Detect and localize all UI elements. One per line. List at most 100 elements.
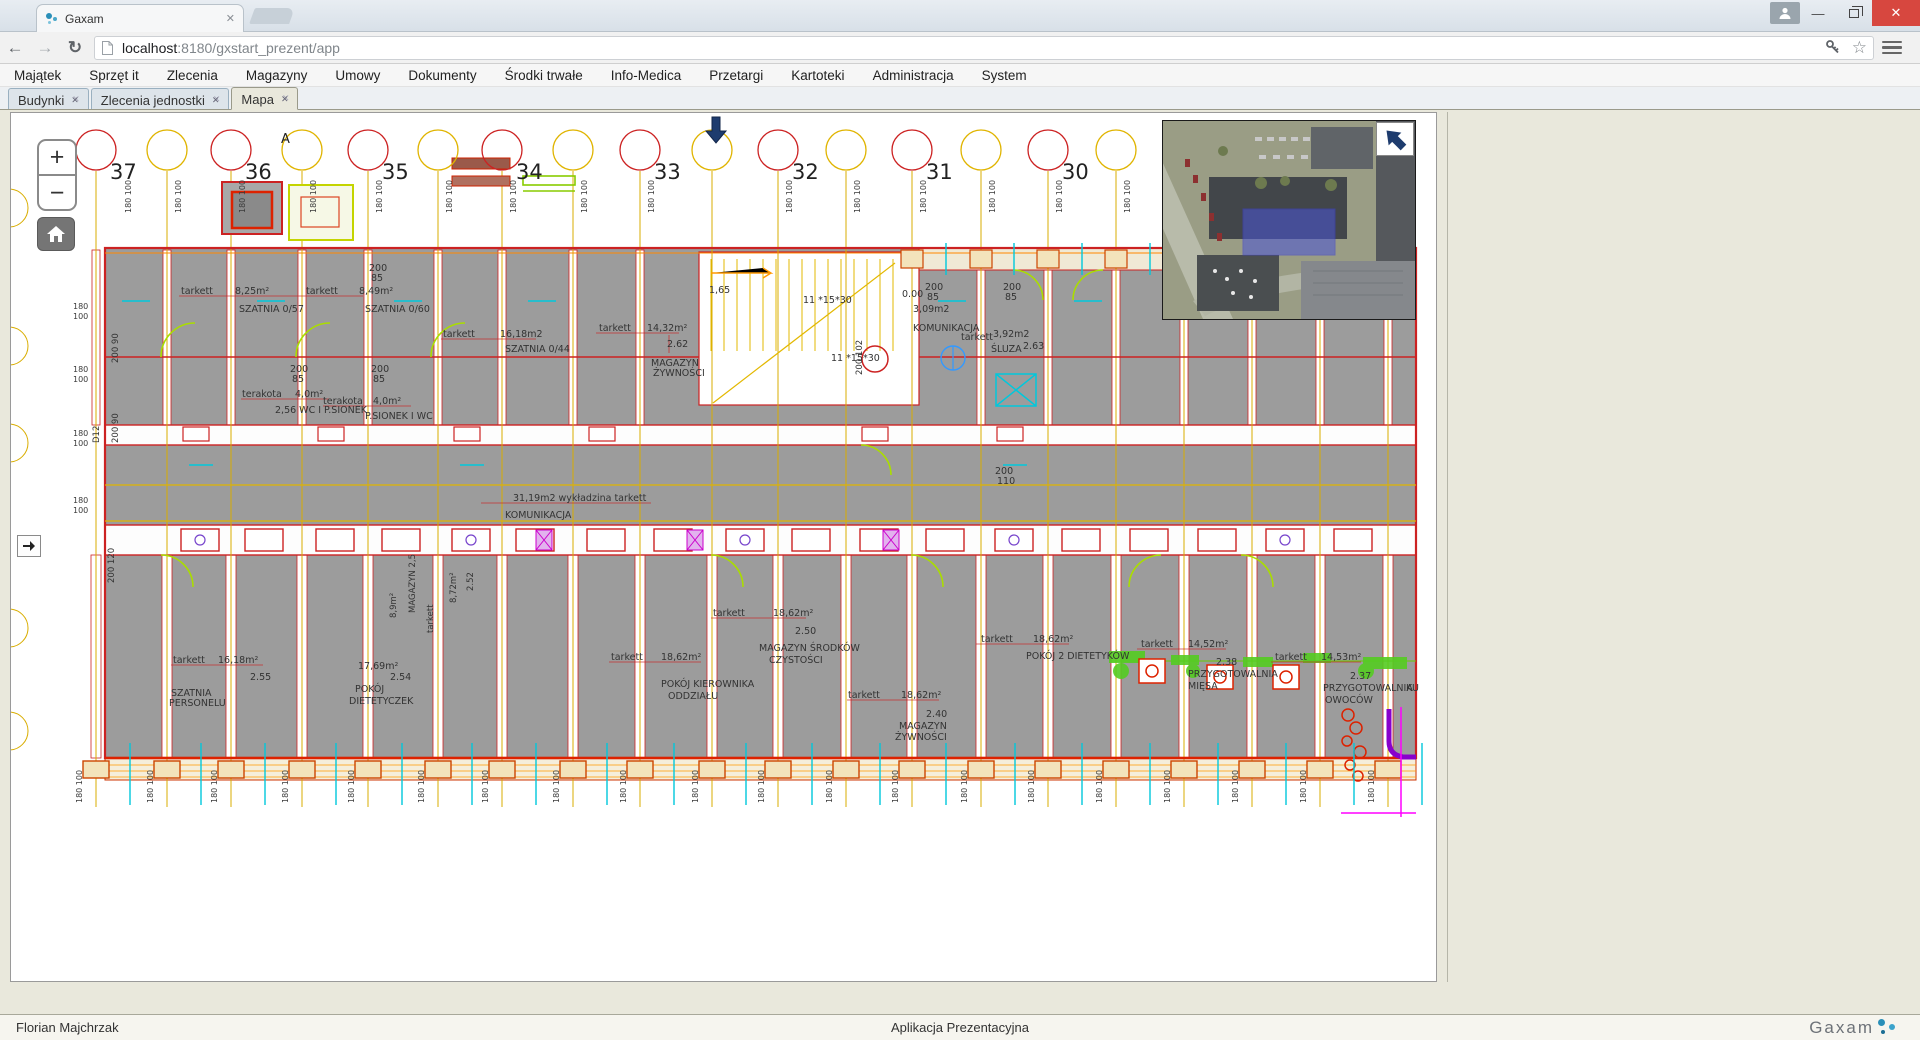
menu-item-12[interactable]: System [968, 68, 1041, 83]
svg-text:180 100: 180 100 [1123, 180, 1132, 213]
tab-close-icon[interactable]: ✕ [71, 95, 79, 106]
menu-item-7[interactable]: Środki trwałe [491, 68, 597, 83]
svg-text:2.52: 2.52 [466, 572, 476, 591]
restore-button[interactable] [1836, 0, 1872, 26]
app-menubar: MajątekSprzęt itZleceniaMagazynyUmowyDok… [0, 64, 1920, 87]
zoom-in-button[interactable]: + [39, 141, 75, 176]
forward-button[interactable]: → [30, 38, 60, 58]
svg-text:0.00: 0.00 [902, 289, 923, 300]
minimize-button[interactable]: — [1800, 0, 1836, 26]
svg-text:MAGAZYN ŚRODKÓW: MAGAZYN ŚRODKÓW [759, 642, 860, 654]
menu-item-11[interactable]: Administracja [859, 68, 968, 83]
chrome-menu-icon[interactable] [1882, 38, 1902, 58]
tab-close-icon[interactable]: ✕ [281, 94, 289, 105]
svg-text:200 102: 200 102 [855, 340, 865, 375]
reload-button[interactable]: ↻ [60, 38, 90, 58]
svg-text:110: 110 [997, 476, 1015, 487]
zoom-out-button[interactable]: − [39, 176, 75, 211]
svg-text:P.SIONEK I WC: P.SIONEK I WC [365, 411, 433, 422]
svg-text:85: 85 [292, 374, 304, 385]
close-button[interactable]: ✕ [1872, 0, 1920, 26]
svg-text:36: 36 [245, 160, 272, 184]
url-bar[interactable]: localhost:8180/gxstart_prezent/app ☆ [94, 36, 1874, 60]
back-button[interactable]: ← [0, 38, 30, 58]
svg-text:180 100: 180 100 [210, 770, 219, 803]
menu-item-2[interactable]: Sprzęt it [75, 68, 153, 83]
svg-text:180 100: 180 100 [1163, 770, 1172, 803]
svg-text:D12: D12 [92, 426, 102, 443]
svg-text:OWOCÓW: OWOCÓW [1325, 694, 1373, 706]
svg-text:180 100: 180 100 [124, 180, 133, 213]
svg-text:180 100: 180 100 [1367, 770, 1376, 803]
minimap[interactable] [1162, 120, 1416, 320]
tab-close-icon[interactable]: ✕ [226, 12, 235, 25]
svg-text:3,92m2: 3,92m2 [993, 329, 1029, 340]
svg-text:KOMUNIKACJA: KOMUNIKACJA [505, 510, 572, 521]
svg-text:2.50: 2.50 [795, 626, 816, 637]
expand-panel-button[interactable] [17, 535, 41, 557]
svg-text:180 100: 180 100 [1027, 770, 1036, 803]
svg-text:tarkett: tarkett [173, 655, 205, 666]
bookmark-star-icon[interactable]: ☆ [1852, 39, 1867, 56]
browser-tab[interactable]: Gaxam ✕ [36, 4, 244, 32]
menu-item-1[interactable]: Majątek [0, 68, 75, 83]
svg-text:180 100: 180 100 [825, 770, 834, 803]
tab-zlecenia-jednostki[interactable]: Zlecenia jednostki✕ [91, 88, 230, 109]
tab-budynki[interactable]: Budynki✕ [8, 88, 89, 109]
svg-text:180 100: 180 100 [552, 770, 561, 803]
svg-text:200 90: 200 90 [111, 413, 121, 443]
svg-text:180 100: 180 100 [174, 180, 183, 213]
minimap-expand-button[interactable] [1376, 122, 1414, 156]
home-button[interactable] [37, 217, 75, 251]
svg-text:terakota: terakota [323, 396, 363, 407]
svg-text:2.40: 2.40 [926, 709, 947, 720]
profile-button[interactable] [1770, 2, 1800, 24]
svg-text:17,69m²: 17,69m² [358, 661, 398, 672]
svg-text:1,65: 1,65 [709, 285, 730, 296]
svg-text:tarkett: tarkett [611, 652, 643, 663]
tab-close-icon[interactable]: ✕ [212, 95, 220, 106]
right-arrow-icon [22, 540, 36, 552]
menu-item-10[interactable]: Kartoteki [777, 68, 858, 83]
browser-navbar: ← → ↻ localhost:8180/gxstart_prezent/app… [0, 32, 1920, 64]
svg-text:180 100: 180 100 [1299, 770, 1308, 803]
svg-text:180 100: 180 100 [281, 770, 290, 803]
new-tab-button[interactable] [249, 8, 295, 24]
svg-text:ŚLUZA: ŚLUZA [991, 343, 1022, 355]
home-icon [46, 225, 66, 243]
gaxam-logo-dots [1876, 1017, 1902, 1039]
svg-text:31: 31 [926, 160, 953, 184]
svg-text:35: 35 [382, 160, 409, 184]
key-icon[interactable] [1824, 39, 1842, 57]
menu-item-6[interactable]: Dokumenty [394, 68, 490, 83]
map-panel[interactable]: 180 100 180 100 180 100 180 100 180 100 180 1… [10, 112, 1437, 982]
browser-tab-title: Gaxam [65, 12, 226, 26]
svg-text:180: 180 [73, 302, 88, 311]
svg-text:ŻYWNOŚCI: ŻYWNOŚCI [895, 731, 947, 743]
svg-text:180 100: 180 100 [757, 770, 766, 803]
svg-text:8,72m²: 8,72m² [449, 572, 459, 603]
svg-text:3,09m2: 3,09m2 [913, 304, 949, 315]
svg-text:MAGAZYN: MAGAZYN [899, 721, 947, 732]
svg-text:A: A [281, 132, 290, 147]
svg-text:2.38: 2.38 [1216, 657, 1237, 668]
svg-text:180: 180 [73, 496, 88, 505]
marker-arrow-button[interactable] [703, 115, 729, 150]
menu-item-8[interactable]: Info-Medica [597, 68, 696, 83]
gaxam-logo: Gaxam [1809, 1018, 1874, 1038]
svg-text:85: 85 [371, 273, 383, 284]
tab-mapa[interactable]: Mapa✕ [231, 87, 298, 110]
svg-text:MAGAZYN 2,5: MAGAZYN 2,5 [408, 554, 418, 613]
menu-item-3[interactable]: Zlecenia [153, 68, 232, 83]
svg-text:180 100: 180 100 [919, 180, 928, 213]
svg-text:tarkett: tarkett [1141, 639, 1173, 650]
menu-item-4[interactable]: Magazyny [232, 68, 322, 83]
svg-text:85: 85 [927, 292, 939, 303]
svg-text:14,53m²: 14,53m² [1321, 652, 1361, 663]
svg-text:MIĘSA: MIĘSA [1188, 681, 1218, 692]
menu-item-9[interactable]: Przetargi [695, 68, 777, 83]
url-text: localhost:8180/gxstart_prezent/app [122, 40, 1824, 56]
svg-text:tarkett: tarkett [848, 690, 880, 701]
menu-item-5[interactable]: Umowy [321, 68, 394, 83]
svg-text:PRZYGOTOWALNIA: PRZYGOTOWALNIA [1323, 683, 1413, 694]
